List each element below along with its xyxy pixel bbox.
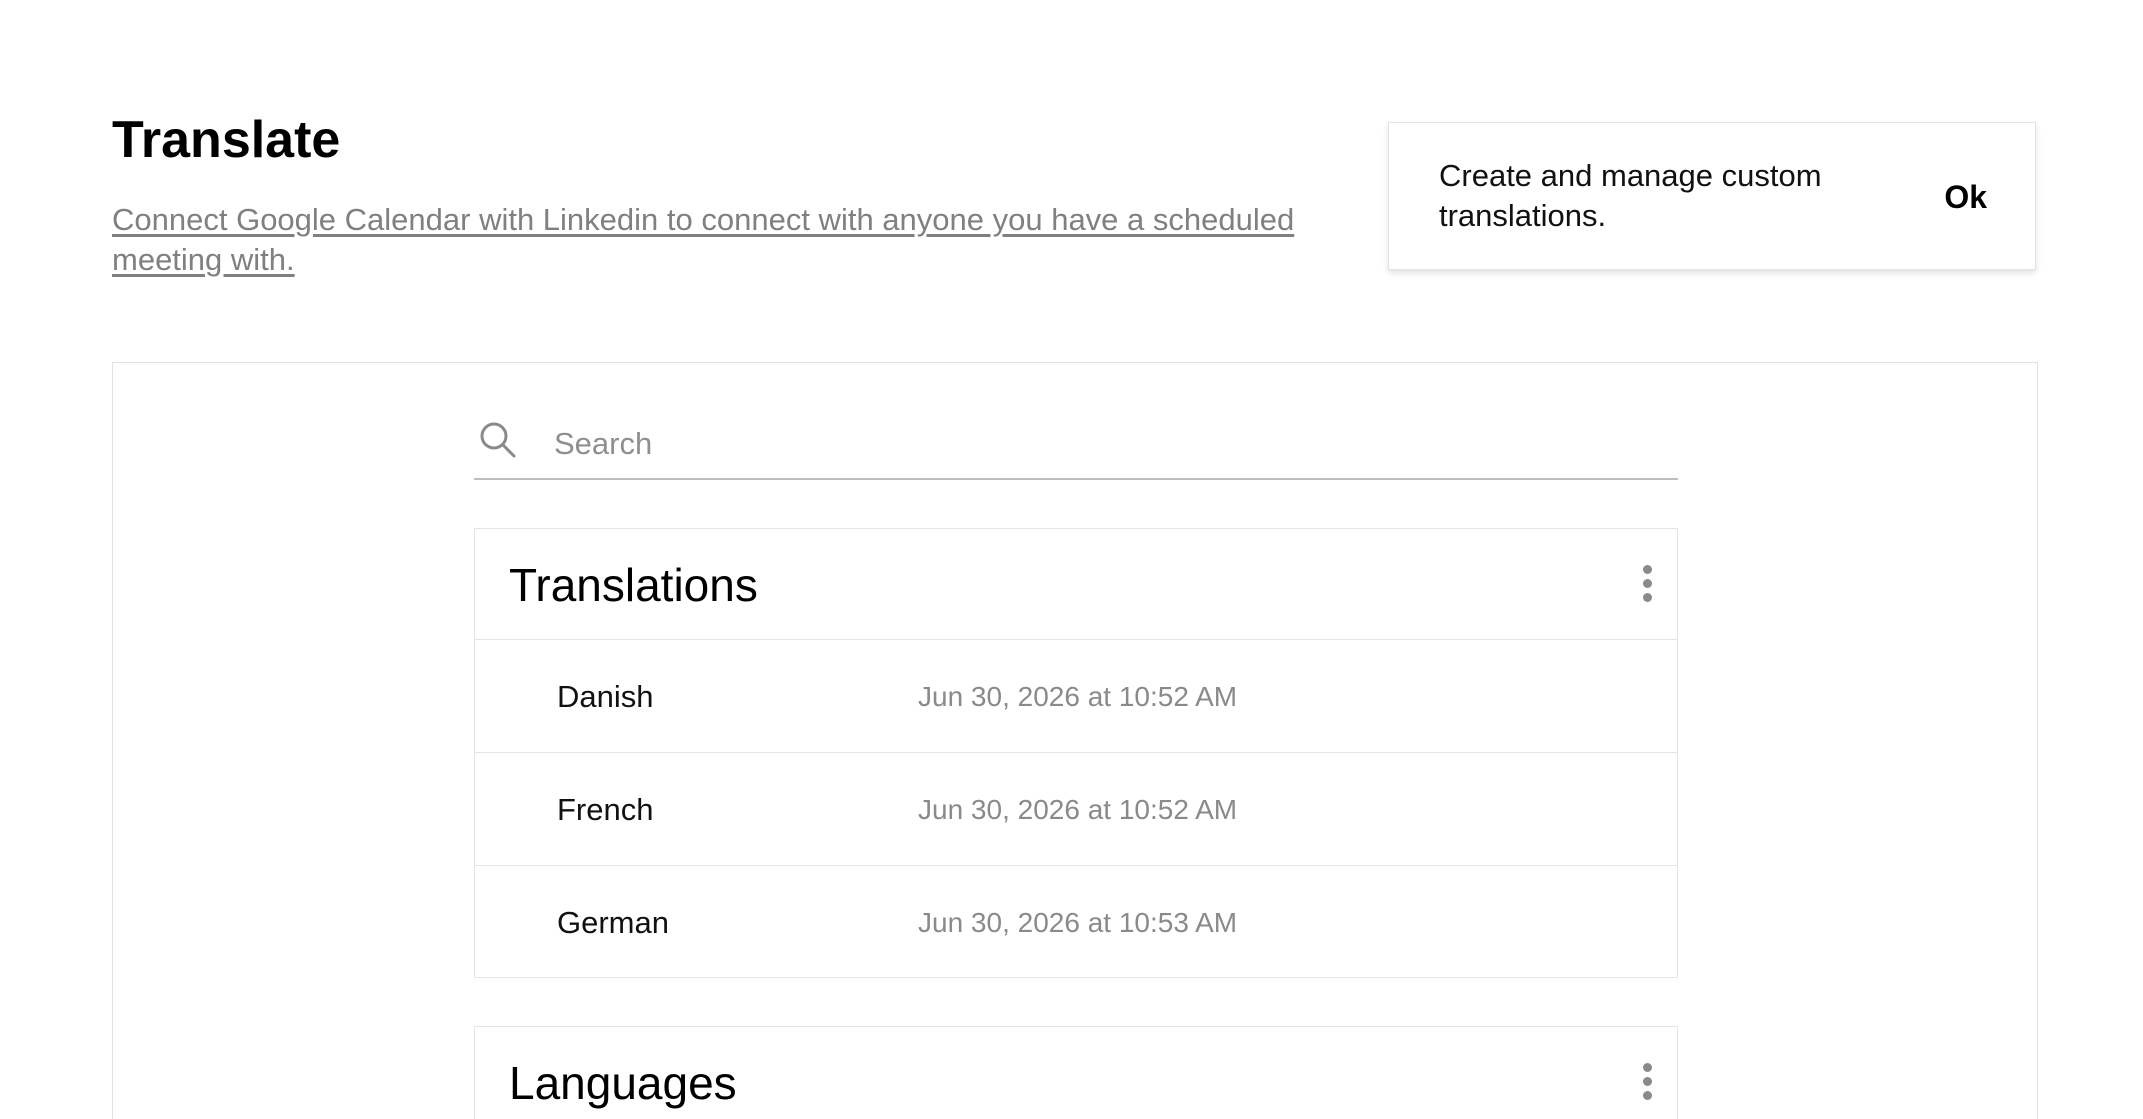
- toast-message: Create and manage custom translations.: [1439, 158, 1822, 233]
- languages-more-icon[interactable]: [1641, 1063, 1653, 1101]
- search-icon: [480, 422, 516, 458]
- translation-name: French: [557, 792, 654, 827]
- translation-row-french[interactable]: French Jun 30, 2026 at 10:52 AM: [475, 753, 1677, 866]
- translation-name: Danish: [557, 679, 654, 714]
- info-toast: Create and manage custom translations. O…: [1388, 122, 2036, 270]
- translations-card-header: Translations: [475, 529, 1677, 640]
- translate-page: Translate Connect Google Calendar with L…: [0, 0, 2143, 1119]
- calendar-linkedin-link[interactable]: Connect Google Calendar with Linkedin to…: [112, 200, 1342, 280]
- translation-name: German: [557, 905, 669, 940]
- translation-date: Jun 30, 2026 at 10:53 AM: [918, 907, 1238, 938]
- toast-ok-button[interactable]: Ok: [1944, 179, 1987, 216]
- page-title: Translate: [112, 111, 341, 169]
- translation-date: Jun 30, 2026 at 10:52 AM: [918, 681, 1238, 712]
- translation-date: Jun 30, 2026 at 10:52 AM: [918, 794, 1238, 825]
- translations-card: Translations Danish Jun 30, 2026 at 10:5…: [474, 528, 1678, 978]
- translations-more-icon[interactable]: [1641, 565, 1653, 603]
- languages-card-title: Languages: [509, 1057, 737, 1109]
- translations-card-title: Translations: [509, 559, 758, 611]
- translation-row-german[interactable]: German Jun 30, 2026 at 10:53 AM: [475, 866, 1677, 978]
- search-box: [474, 420, 1678, 480]
- translation-row-danish[interactable]: Danish Jun 30, 2026 at 10:52 AM: [475, 640, 1677, 753]
- languages-card: Languages: [474, 1026, 1678, 1119]
- search-input[interactable]: [554, 422, 1654, 466]
- languages-card-header: Languages: [475, 1027, 1677, 1119]
